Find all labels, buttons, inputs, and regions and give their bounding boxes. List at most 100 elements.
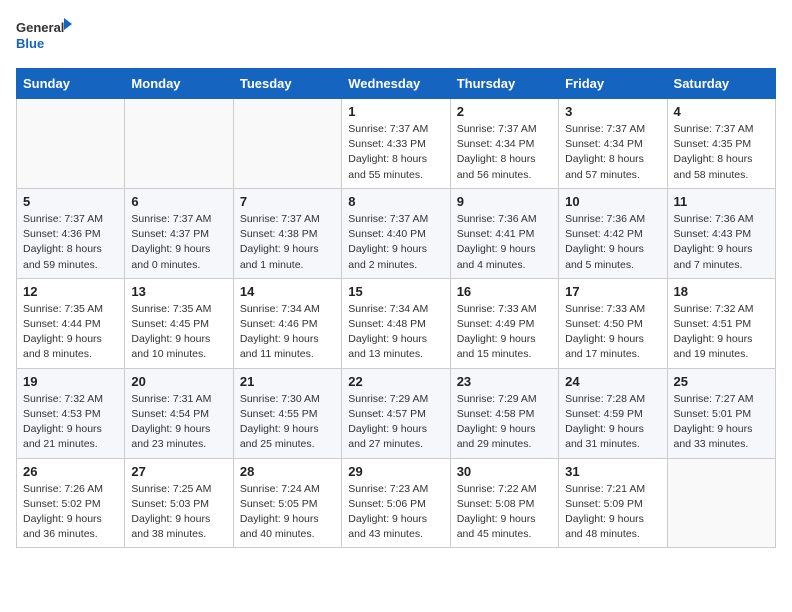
day-number: 4 bbox=[674, 104, 769, 119]
calendar-cell: 4 Sunrise: 7:37 AM Sunset: 4:35 PM Daylig… bbox=[667, 99, 775, 189]
calendar-header-row: SundayMondayTuesdayWednesdayThursdayFrid… bbox=[17, 69, 776, 99]
day-info: Sunrise: 7:34 AM Sunset: 4:46 PM Dayligh… bbox=[240, 302, 335, 363]
calendar-cell bbox=[17, 99, 125, 189]
day-number: 22 bbox=[348, 374, 443, 389]
calendar-cell: 16Sunrise: 7:33 AM Sunset: 4:49 PM Dayli… bbox=[450, 278, 558, 368]
day-info: Sunrise: 7:37 AM Sunset: 4:35 PM Dayligh… bbox=[674, 122, 769, 183]
calendar-header-monday: Monday bbox=[125, 69, 233, 99]
day-info: Sunrise: 7:37 AM Sunset: 4:38 PM Dayligh… bbox=[240, 212, 335, 273]
day-info: Sunrise: 7:30 AM Sunset: 4:55 PM Dayligh… bbox=[240, 392, 335, 453]
day-number: 30 bbox=[457, 464, 552, 479]
day-number: 9 bbox=[457, 194, 552, 209]
day-number: 1 bbox=[348, 104, 443, 119]
day-info: Sunrise: 7:37 AM Sunset: 4:34 PM Dayligh… bbox=[565, 122, 660, 183]
calendar-cell: 25 Sunrise: 7:27 AM Sunset: 5:01 PM Dayli… bbox=[667, 368, 775, 458]
calendar-week-row: 19 Sunrise: 7:32 AM Sunset: 4:53 PM Dayli… bbox=[17, 368, 776, 458]
day-info: Sunrise: 7:23 AM Sunset: 5:06 PM Dayligh… bbox=[348, 482, 443, 543]
day-number: 21 bbox=[240, 374, 335, 389]
day-number: 23 bbox=[457, 374, 552, 389]
calendar-cell: 26 Sunrise: 7:26 AM Sunset: 5:02 PM Dayli… bbox=[17, 458, 125, 548]
day-info: Sunrise: 7:28 AM Sunset: 4:59 PM Dayligh… bbox=[565, 392, 660, 453]
calendar-header-tuesday: Tuesday bbox=[233, 69, 341, 99]
calendar-header-saturday: Saturday bbox=[667, 69, 775, 99]
day-info: Sunrise: 7:32 AM Sunset: 4:51 PM Dayligh… bbox=[674, 302, 769, 363]
calendar-cell: 5 Sunrise: 7:37 AM Sunset: 4:36 PM Daylig… bbox=[17, 188, 125, 278]
day-info: Sunrise: 7:31 AM Sunset: 4:54 PM Dayligh… bbox=[131, 392, 226, 453]
day-info: Sunrise: 7:36 AM Sunset: 4:42 PM Dayligh… bbox=[565, 212, 660, 273]
day-number: 17 bbox=[565, 284, 660, 299]
day-info: Sunrise: 7:21 AM Sunset: 5:09 PM Dayligh… bbox=[565, 482, 660, 543]
day-number: 31 bbox=[565, 464, 660, 479]
day-info: Sunrise: 7:36 AM Sunset: 4:41 PM Dayligh… bbox=[457, 212, 552, 273]
day-info: Sunrise: 7:35 AM Sunset: 4:45 PM Dayligh… bbox=[131, 302, 226, 363]
calendar-week-row: 5 Sunrise: 7:37 AM Sunset: 4:36 PM Daylig… bbox=[17, 188, 776, 278]
day-number: 14 bbox=[240, 284, 335, 299]
day-info: Sunrise: 7:37 AM Sunset: 4:34 PM Dayligh… bbox=[457, 122, 552, 183]
calendar-cell: 30Sunrise: 7:22 AM Sunset: 5:08 PM Dayli… bbox=[450, 458, 558, 548]
day-number: 12 bbox=[23, 284, 118, 299]
calendar-cell: 11Sunrise: 7:36 AM Sunset: 4:43 PM Dayli… bbox=[667, 188, 775, 278]
calendar-cell: 22 Sunrise: 7:29 AM Sunset: 4:57 PM Dayli… bbox=[342, 368, 450, 458]
day-number: 25 bbox=[674, 374, 769, 389]
calendar-cell: 15 Sunrise: 7:34 AM Sunset: 4:48 PM Dayli… bbox=[342, 278, 450, 368]
day-number: 20 bbox=[131, 374, 226, 389]
page-header: GeneralBlue bbox=[16, 16, 776, 56]
day-info: Sunrise: 7:35 AM Sunset: 4:44 PM Dayligh… bbox=[23, 302, 118, 363]
day-info: Sunrise: 7:27 AM Sunset: 5:01 PM Dayligh… bbox=[674, 392, 769, 453]
calendar-cell: 27 Sunrise: 7:25 AM Sunset: 5:03 PM Dayli… bbox=[125, 458, 233, 548]
calendar-cell: 23 Sunrise: 7:29 AM Sunset: 4:58 PM Dayli… bbox=[450, 368, 558, 458]
day-number: 2 bbox=[457, 104, 552, 119]
day-number: 7 bbox=[240, 194, 335, 209]
calendar-cell: 21 Sunrise: 7:30 AM Sunset: 4:55 PM Dayli… bbox=[233, 368, 341, 458]
day-number: 5 bbox=[23, 194, 118, 209]
day-info: Sunrise: 7:32 AM Sunset: 4:53 PM Dayligh… bbox=[23, 392, 118, 453]
calendar-cell: 29 Sunrise: 7:23 AM Sunset: 5:06 PM Dayli… bbox=[342, 458, 450, 548]
calendar-cell: 6Sunrise: 7:37 AM Sunset: 4:37 PM Daylig… bbox=[125, 188, 233, 278]
day-info: Sunrise: 7:33 AM Sunset: 4:50 PM Dayligh… bbox=[565, 302, 660, 363]
calendar-cell: 7 Sunrise: 7:37 AM Sunset: 4:38 PM Daylig… bbox=[233, 188, 341, 278]
day-number: 28 bbox=[240, 464, 335, 479]
day-info: Sunrise: 7:34 AM Sunset: 4:48 PM Dayligh… bbox=[348, 302, 443, 363]
day-info: Sunrise: 7:36 AM Sunset: 4:43 PM Dayligh… bbox=[674, 212, 769, 273]
day-number: 19 bbox=[23, 374, 118, 389]
calendar-cell: 9 Sunrise: 7:36 AM Sunset: 4:41 PM Daylig… bbox=[450, 188, 558, 278]
day-number: 15 bbox=[348, 284, 443, 299]
calendar-cell: 14 Sunrise: 7:34 AM Sunset: 4:46 PM Dayli… bbox=[233, 278, 341, 368]
day-info: Sunrise: 7:24 AM Sunset: 5:05 PM Dayligh… bbox=[240, 482, 335, 543]
calendar-week-row: 12 Sunrise: 7:35 AM Sunset: 4:44 PM Dayli… bbox=[17, 278, 776, 368]
calendar-cell: 24Sunrise: 7:28 AM Sunset: 4:59 PM Dayli… bbox=[559, 368, 667, 458]
calendar-cell: 8Sunrise: 7:37 AM Sunset: 4:40 PM Daylig… bbox=[342, 188, 450, 278]
day-number: 27 bbox=[131, 464, 226, 479]
logo: GeneralBlue bbox=[16, 16, 76, 56]
calendar-header-thursday: Thursday bbox=[450, 69, 558, 99]
day-info: Sunrise: 7:37 AM Sunset: 4:36 PM Dayligh… bbox=[23, 212, 118, 273]
day-number: 29 bbox=[348, 464, 443, 479]
day-number: 16 bbox=[457, 284, 552, 299]
calendar-cell: 17 Sunrise: 7:33 AM Sunset: 4:50 PM Dayli… bbox=[559, 278, 667, 368]
day-number: 26 bbox=[23, 464, 118, 479]
svg-text:Blue: Blue bbox=[16, 36, 44, 51]
calendar-cell: 1 Sunrise: 7:37 AM Sunset: 4:33 PM Daylig… bbox=[342, 99, 450, 189]
day-info: Sunrise: 7:29 AM Sunset: 4:57 PM Dayligh… bbox=[348, 392, 443, 453]
day-info: Sunrise: 7:25 AM Sunset: 5:03 PM Dayligh… bbox=[131, 482, 226, 543]
calendar-cell bbox=[667, 458, 775, 548]
calendar-cell: 12 Sunrise: 7:35 AM Sunset: 4:44 PM Dayli… bbox=[17, 278, 125, 368]
day-info: Sunrise: 7:37 AM Sunset: 4:33 PM Dayligh… bbox=[348, 122, 443, 183]
calendar-cell: 28 Sunrise: 7:24 AM Sunset: 5:05 PM Dayli… bbox=[233, 458, 341, 548]
day-number: 6 bbox=[131, 194, 226, 209]
day-number: 18 bbox=[674, 284, 769, 299]
calendar-header-sunday: Sunday bbox=[17, 69, 125, 99]
calendar-cell: 13Sunrise: 7:35 AM Sunset: 4:45 PM Dayli… bbox=[125, 278, 233, 368]
calendar-table: SundayMondayTuesdayWednesdayThursdayFrid… bbox=[16, 68, 776, 548]
calendar-week-row: 26 Sunrise: 7:26 AM Sunset: 5:02 PM Dayli… bbox=[17, 458, 776, 548]
day-info: Sunrise: 7:29 AM Sunset: 4:58 PM Dayligh… bbox=[457, 392, 552, 453]
day-number: 10 bbox=[565, 194, 660, 209]
calendar-cell: 31 Sunrise: 7:21 AM Sunset: 5:09 PM Dayli… bbox=[559, 458, 667, 548]
calendar-cell: 18 Sunrise: 7:32 AM Sunset: 4:51 PM Dayli… bbox=[667, 278, 775, 368]
calendar-cell bbox=[125, 99, 233, 189]
svg-text:General: General bbox=[16, 20, 64, 35]
calendar-cell: 10 Sunrise: 7:36 AM Sunset: 4:42 PM Dayli… bbox=[559, 188, 667, 278]
day-number: 8 bbox=[348, 194, 443, 209]
calendar-cell bbox=[233, 99, 341, 189]
day-info: Sunrise: 7:26 AM Sunset: 5:02 PM Dayligh… bbox=[23, 482, 118, 543]
